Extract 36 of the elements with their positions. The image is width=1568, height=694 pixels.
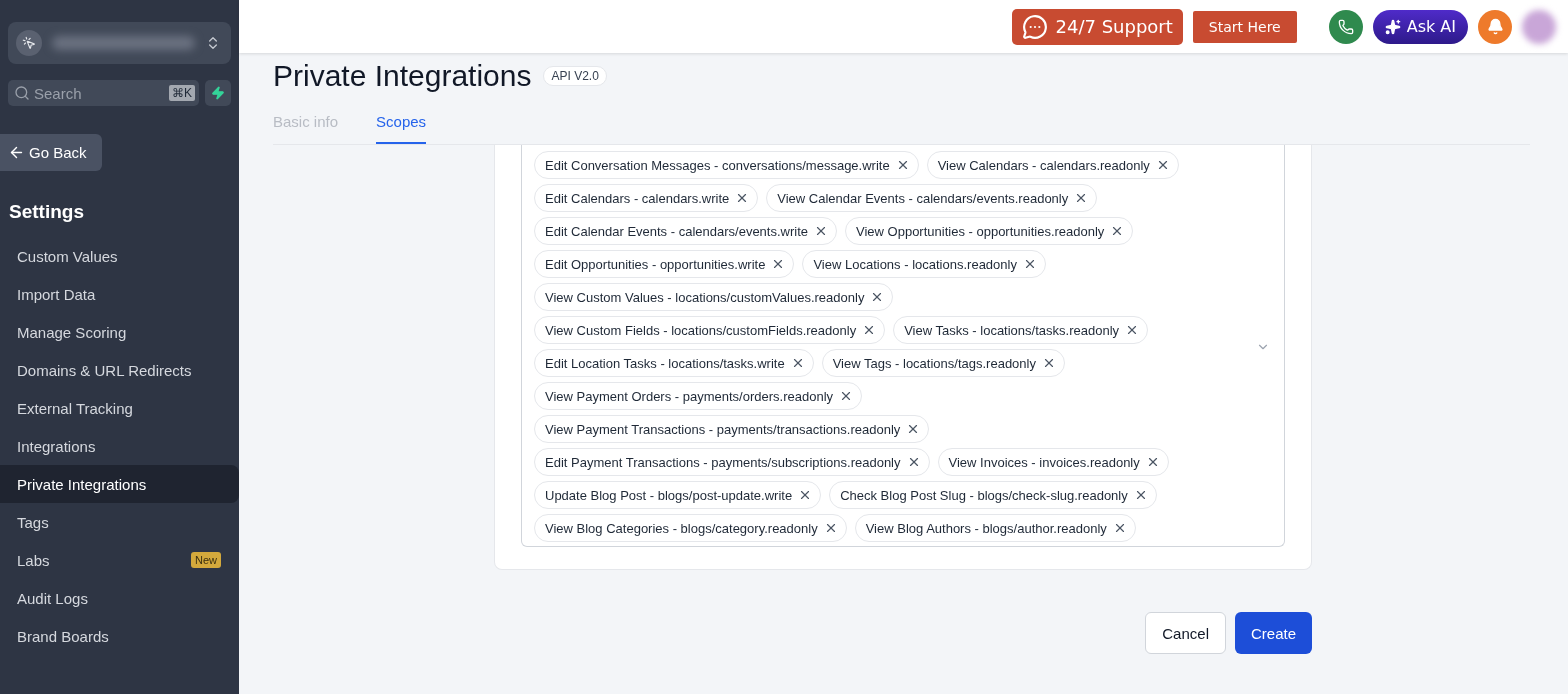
account-switcher[interactable] (8, 22, 231, 64)
remove-icon[interactable] (814, 224, 828, 238)
notifications-button[interactable] (1478, 9, 1512, 44)
section-title: Settings (9, 201, 85, 223)
create-button[interactable]: Create (1234, 612, 1312, 654)
ask-ai-button[interactable]: Ask AI (1372, 9, 1468, 44)
sidebar-item[interactable]: Audit Logs (0, 579, 239, 617)
sidebar-item[interactable]: Private Integrations (0, 465, 239, 503)
cancel-button[interactable]: Cancel (1145, 612, 1226, 654)
tab[interactable]: Scopes (376, 113, 427, 144)
sidebar-item[interactable]: External Tracking (0, 389, 239, 427)
quick-action-button[interactable] (205, 80, 231, 106)
chat-bubble-icon (1021, 13, 1048, 40)
shortcut-key: ⌘K (169, 85, 195, 101)
lightning-icon (211, 86, 225, 100)
bell-icon (1486, 18, 1504, 35)
sidebar-item[interactable]: Labs New (0, 541, 239, 579)
sidebar-item[interactable]: Custom Values (0, 237, 239, 275)
new-badge: New (191, 552, 221, 568)
sidebar-item[interactable]: Import Data (0, 275, 239, 313)
sidebar-item[interactable]: Brand Boards (0, 617, 239, 655)
phone-icon (1337, 18, 1354, 35)
sidebar-item[interactable]: Integrations (0, 427, 239, 465)
search-icon (14, 85, 30, 101)
api-version-badge: API V2.0 (543, 66, 607, 86)
sidebar-item[interactable]: Tags (0, 503, 239, 541)
pointer-click-icon (16, 30, 42, 56)
support-button[interactable]: 24/7 Support (1011, 8, 1183, 45)
start-here-button[interactable]: Start Here (1192, 10, 1297, 43)
phone-button[interactable] (1328, 9, 1363, 44)
sidebar-item[interactable]: Domains & URL Redirects (0, 351, 239, 389)
sidebar-item[interactable]: Manage Scoring (0, 313, 239, 351)
sparkles-icon (1384, 18, 1401, 35)
page-title: Private Integrations (273, 59, 532, 93)
go-back-button[interactable]: Go Back (0, 134, 102, 171)
remove-icon[interactable] (1125, 323, 1139, 337)
